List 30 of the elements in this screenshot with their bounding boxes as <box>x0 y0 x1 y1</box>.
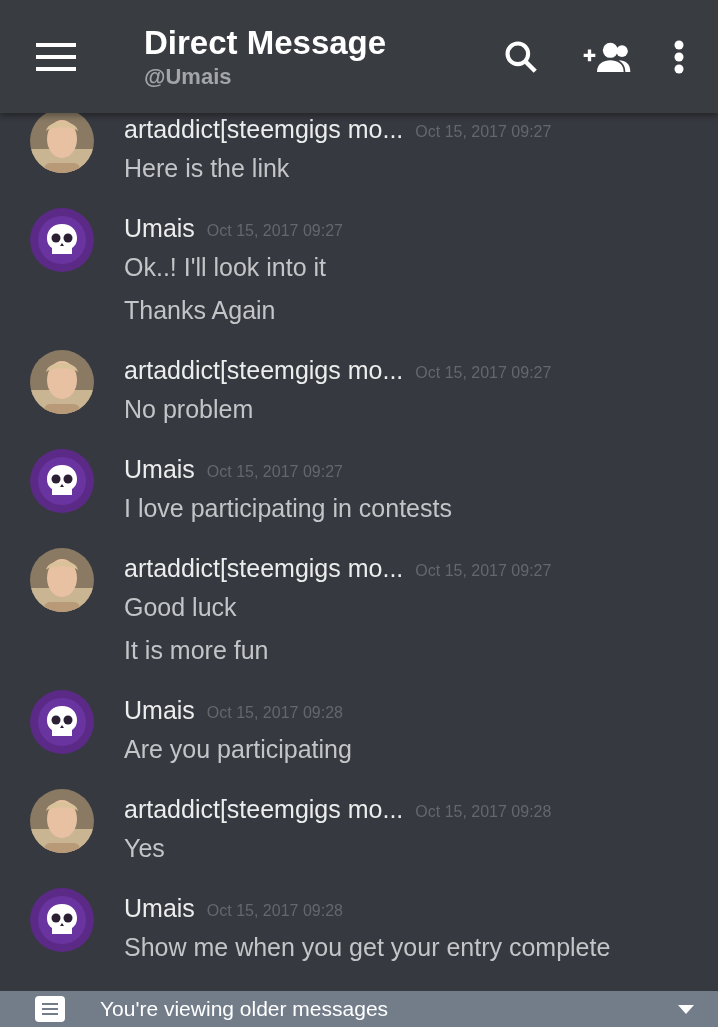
message-text: It is more fun <box>124 634 269 666</box>
menu-icon[interactable] <box>36 42 76 71</box>
skull-avatar <box>30 208 94 272</box>
author-name[interactable]: Umais <box>124 692 195 730</box>
author-name[interactable]: artaddict[steemgigs mo... <box>124 550 404 588</box>
author-name[interactable]: artaddict[steemgigs mo... <box>124 113 404 149</box>
message-text: Are you participating <box>124 733 352 765</box>
author-name[interactable]: artaddict[steemgigs mo... <box>124 791 404 829</box>
author-name[interactable]: Umais <box>124 210 195 248</box>
message-text: Show me when you get your entry complete <box>124 931 611 963</box>
banner-text: You're viewing older messages <box>100 996 389 1023</box>
message-text: Ok..! I'll look into it <box>124 251 327 283</box>
skull-avatar <box>30 888 94 952</box>
caret-icon <box>678 1004 694 1014</box>
message-icon <box>35 996 65 1022</box>
message-text: Here is the link <box>124 152 290 184</box>
channel-subtitle: @Umais <box>144 63 233 91</box>
message-text: No problem <box>124 393 254 425</box>
author-name[interactable]: Umais <box>124 890 195 928</box>
more-options-icon[interactable] <box>674 39 684 74</box>
message-text: I love participating in contests <box>124 492 452 524</box>
older-messages-bar[interactable]: You're viewing older messages <box>0 991 718 1027</box>
message-text: Thanks Again <box>124 294 276 326</box>
skull-avatar <box>30 449 94 513</box>
message-text: Yes <box>124 832 165 864</box>
skull-avatar <box>30 690 94 754</box>
author-name[interactable]: artaddict[steemgigs mo... <box>124 352 404 390</box>
author-name[interactable]: Umais <box>124 451 195 489</box>
screen-title: Direct Message <box>144 23 387 64</box>
message-text: Good luck <box>124 591 237 623</box>
